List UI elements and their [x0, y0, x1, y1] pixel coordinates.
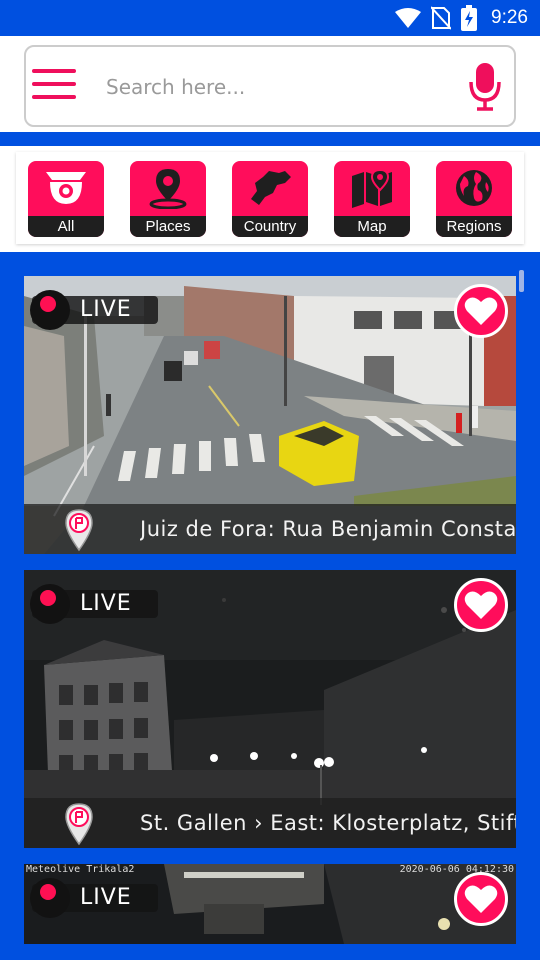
live-dot-icon: [40, 296, 56, 312]
folded-map-icon: [352, 168, 392, 208]
camera-overlay-timestamp: 2020-06-06 04:12:30: [399, 864, 514, 875]
heart-icon: [464, 297, 498, 325]
category-country-button[interactable]: Country: [232, 161, 308, 237]
category-all-label: All: [28, 216, 104, 237]
camera-feed-list[interactable]: LIVE Juiz de Fora: Rua Benjamin Constant: [0, 252, 540, 960]
heart-icon: [464, 591, 498, 619]
favorite-button[interactable]: [454, 284, 508, 338]
location-pin-icon: [65, 509, 93, 552]
search-box: [24, 45, 516, 127]
live-dot-icon: [40, 884, 56, 900]
hamburger-menu-icon[interactable]: [32, 69, 76, 103]
location-pin-icon: [149, 169, 187, 209]
camera-overlay-text: Meteolive Trikala2: [26, 864, 135, 875]
camera-card[interactable]: LIVE St. Gallen › East: Klosterplatz, St…: [24, 570, 516, 848]
live-label: LIVE: [80, 885, 132, 910]
favorite-button[interactable]: [454, 578, 508, 632]
category-places-label: Places: [130, 216, 206, 237]
camera-card[interactable]: Meteolive Trikala2 2020-06-06 04:12:30 L…: [24, 864, 516, 944]
camera-title: St. Gallen › East: Klosterplatz, Stiftsb…: [140, 811, 516, 835]
live-badge: LIVE: [30, 878, 158, 918]
wifi-icon: [395, 8, 422, 28]
category-panel: All Places Country Map Regions: [0, 146, 540, 252]
favorite-button[interactable]: [454, 872, 508, 926]
category-regions-button[interactable]: Regions: [436, 161, 512, 237]
security-camera-icon: [46, 172, 86, 204]
category-regions-label: Regions: [436, 216, 512, 237]
status-time: 9:26: [491, 7, 528, 28]
category-map-button[interactable]: Map: [334, 161, 410, 237]
search-area: [0, 36, 540, 132]
country-map-icon: [251, 171, 291, 205]
microphone-icon[interactable]: [468, 62, 502, 112]
category-country-label: Country: [232, 216, 308, 237]
feed-scrollbar[interactable]: [519, 270, 524, 292]
status-bar: 9:26: [0, 0, 540, 36]
live-badge: LIVE: [30, 290, 158, 330]
no-sim-icon: [431, 6, 452, 30]
camera-title-bar: Juiz de Fora: Rua Benjamin Constant: [24, 504, 516, 554]
heart-icon: [464, 885, 498, 913]
camera-title-bar: St. Gallen › East: Klosterplatz, Stiftsb…: [24, 798, 516, 848]
live-dot-icon: [40, 590, 56, 606]
battery-charging-icon: [461, 5, 478, 31]
live-label: LIVE: [80, 297, 132, 322]
live-badge: LIVE: [30, 584, 158, 624]
location-pin-icon: [65, 803, 93, 846]
category-all-button[interactable]: All: [28, 161, 104, 237]
live-label: LIVE: [80, 591, 132, 616]
camera-title: Juiz de Fora: Rua Benjamin Constant: [140, 517, 516, 541]
camera-card[interactable]: LIVE Juiz de Fora: Rua Benjamin Constant: [24, 276, 516, 554]
globe-icon: [456, 170, 492, 206]
category-places-button[interactable]: Places: [130, 161, 206, 237]
search-input[interactable]: [106, 69, 446, 105]
header-divider: [0, 132, 540, 146]
category-map-label: Map: [334, 216, 410, 237]
